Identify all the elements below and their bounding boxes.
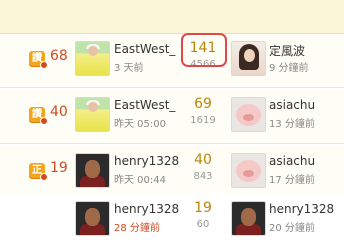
thread-badge-icon: 讚: [29, 107, 48, 125]
last-post-time: 13 分鐘前: [269, 119, 315, 130]
thread-row[interactable]: 讚 40 EastWest_ 昨天 05:00 69 1619 asiachu …: [0, 90, 344, 144]
thread-row[interactable]: 正 19 henry1328 昨天 00:44 40 843 asiachu 1…: [0, 146, 344, 200]
last-poster-avatar[interactable]: [231, 201, 266, 236]
author-time: 3 天前: [114, 63, 144, 74]
last-post-time: 17 分鐘前: [269, 175, 315, 186]
reply-count: 40: [194, 152, 212, 168]
author-avatar[interactable]: [75, 97, 110, 132]
last-poster-avatar[interactable]: [231, 153, 266, 188]
last-poster-name[interactable]: henry1328: [269, 202, 334, 216]
author-name[interactable]: EastWest_: [114, 42, 175, 56]
last-poster-name[interactable]: asiachu: [269, 154, 315, 168]
author-time: 昨天 00:44: [114, 175, 166, 186]
last-poster-avatar[interactable]: [231, 97, 266, 132]
author-name[interactable]: EastWest_: [114, 98, 175, 112]
reply-count-highlight: [181, 33, 227, 67]
author-avatar[interactable]: [75, 201, 110, 236]
author-name[interactable]: henry1328: [114, 154, 179, 168]
reply-count: 19: [194, 200, 212, 216]
thread-like-count: 19: [50, 160, 68, 176]
last-poster-name[interactable]: asiachu: [269, 98, 315, 112]
author-time: 昨天 05:00: [114, 119, 166, 130]
last-poster-name[interactable]: 定風波: [269, 42, 305, 59]
reply-count: 69: [194, 96, 212, 112]
author-name[interactable]: henry1328: [114, 202, 179, 216]
author-avatar[interactable]: [75, 153, 110, 188]
view-count: 1619: [190, 115, 216, 126]
thread-like-count: 68: [50, 48, 68, 64]
view-count: 60: [196, 219, 210, 230]
thread-badge-icon: 讚: [29, 51, 48, 69]
thread-row[interactable]: henry1328 28 分鐘前 19 60 henry1328 20 分鐘前: [0, 194, 344, 247]
author-avatar[interactable]: [75, 41, 110, 76]
view-count: 843: [193, 171, 213, 182]
thread-row[interactable]: 讚 68 EastWest_ 3 天前 141 4566 定風波 9 分鐘前: [0, 34, 344, 88]
last-poster-avatar[interactable]: [231, 41, 266, 76]
list-header-band: [0, 0, 344, 34]
last-post-time: 20 分鐘前: [269, 223, 315, 234]
author-time: 28 分鐘前: [114, 223, 160, 234]
thread-like-count: 40: [50, 104, 68, 120]
last-post-time: 9 分鐘前: [269, 63, 309, 74]
thread-badge-icon: 正: [29, 163, 48, 181]
